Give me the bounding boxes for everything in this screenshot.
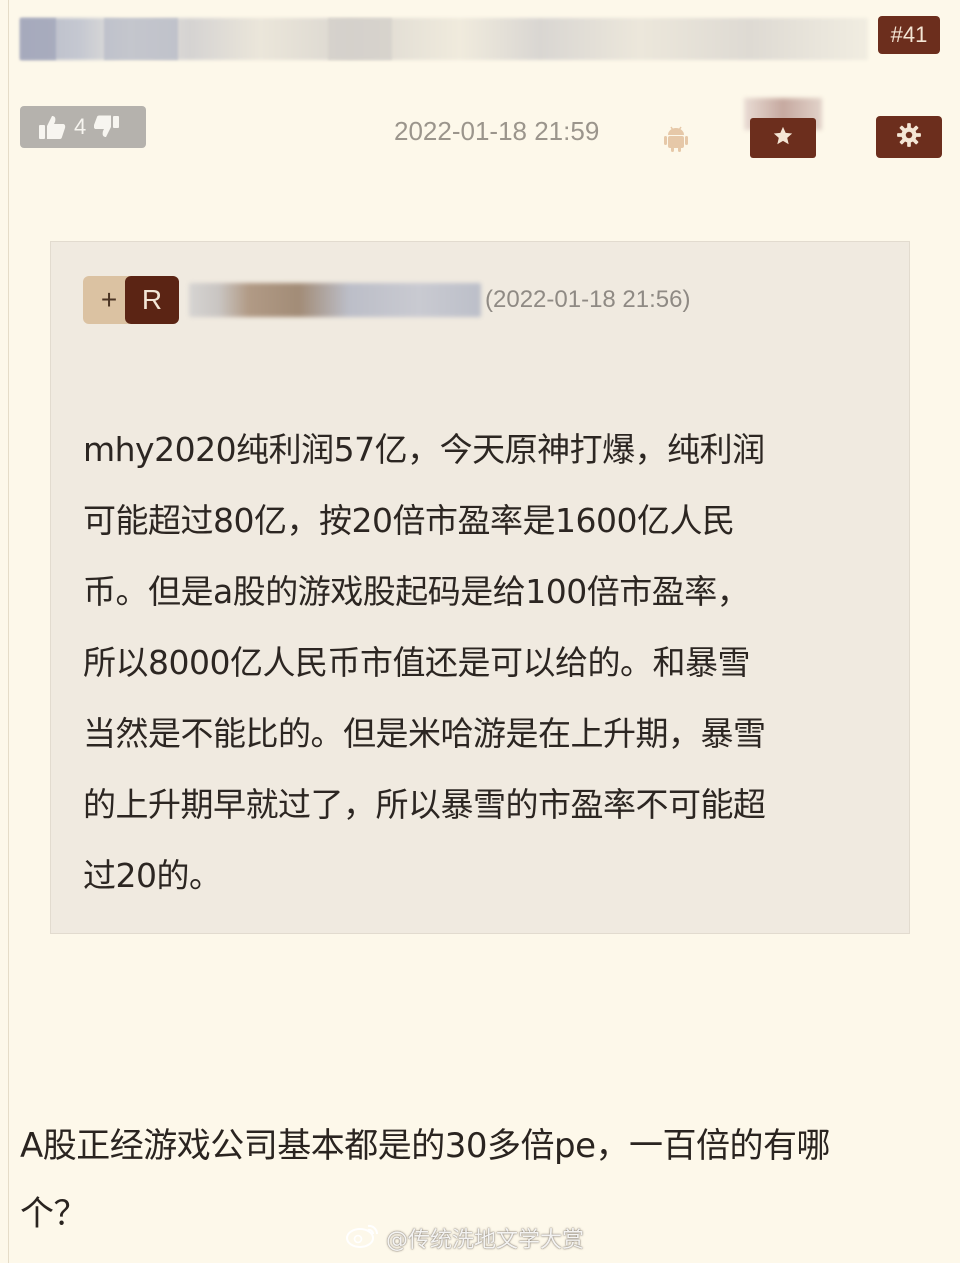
quote-line: 当然是不能比的。但是米哈游是在上升期，暴雪 xyxy=(83,714,766,753)
quote-body: mhy2020纯利润57亿，今天原神打爆，纯利润 可能超过80亿，按20倍市盈率… xyxy=(83,414,883,911)
star-icon xyxy=(772,125,794,151)
quote-line: 所以8000亿人民币市值还是可以给的。和暴雪 xyxy=(83,643,750,682)
thumbs-up-icon[interactable] xyxy=(38,114,66,140)
quoted-author-blurred xyxy=(189,283,481,317)
favorite-button[interactable] xyxy=(750,118,816,158)
android-icon xyxy=(664,124,688,156)
reply-button[interactable]: R xyxy=(125,276,179,324)
left-rule xyxy=(8,0,9,1263)
quote-line: mhy2020纯利润57亿，今天原神打爆，纯利润 xyxy=(83,430,765,469)
blur-block xyxy=(328,18,392,60)
floor-number-badge: #41 xyxy=(878,16,940,54)
watermark-text: @传统洗地文学大赏 xyxy=(386,1228,585,1253)
quote-line: 的上升期早就过了，所以暴雪的市盈率不可能超 xyxy=(83,785,766,824)
quote-timestamp: (2022-01-18 21:56) xyxy=(485,286,691,313)
thumbs-down-icon[interactable] xyxy=(94,115,120,139)
vote-control[interactable]: 4 xyxy=(20,106,146,148)
quote-line: 可能超过80亿，按20倍市盈率是1600亿人民 xyxy=(83,501,735,540)
post-timestamp: 2022-01-18 21:59 xyxy=(394,116,600,146)
blur-block xyxy=(104,18,178,60)
blur-block xyxy=(20,18,56,60)
watermark: @传统洗地文学大赏 xyxy=(346,1222,584,1254)
quoted-post: + R (2022-01-18 21:56) mhy2020纯利润57亿，今天原… xyxy=(50,241,910,934)
gear-icon xyxy=(896,122,922,152)
quote-line: 过20的。 xyxy=(83,856,222,895)
quote-line: 币。但是a股的游戏股起码是给100倍市盈率， xyxy=(83,572,750,611)
quote-header: + R (2022-01-18 21:56) xyxy=(83,276,690,324)
like-count: 4 xyxy=(74,114,87,139)
weibo-icon xyxy=(346,1222,380,1254)
settings-button[interactable] xyxy=(876,116,942,158)
reply-line: A股正经游戏公司基本都是的30多倍pe，一百倍的有哪 xyxy=(20,1126,831,1166)
